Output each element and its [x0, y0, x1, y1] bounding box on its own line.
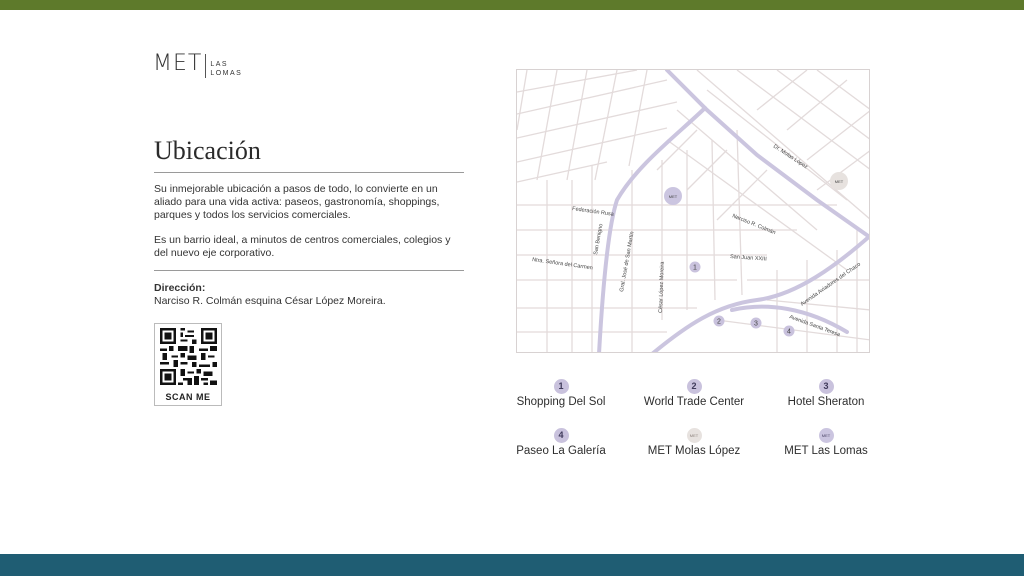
- logo-sub-line2: LOMAS: [210, 70, 243, 77]
- legend-item-world-trade-center: 2 World Trade Center: [624, 379, 764, 408]
- marker-met-molas-lopez-text: MET: [835, 179, 844, 184]
- page-title: Ubicación: [154, 136, 261, 165]
- legend-number-3: 3: [818, 379, 834, 394]
- map-streets: [517, 70, 869, 352]
- location-map[interactable]: Dr. Molas López Federación Rusa San Beni…: [516, 69, 870, 353]
- logo-divider: [205, 54, 207, 78]
- title-divider: [154, 172, 464, 173]
- legend-label: Hotel Sheraton: [787, 396, 865, 408]
- marker-met-molas-lopez[interactable]: MET: [830, 172, 848, 190]
- legend-met-molas-lopez-icon: MET: [686, 428, 702, 443]
- address-label: Dirección:: [154, 282, 206, 294]
- description-paragraph-2: Es un barrio ideal, a minutos de centros…: [154, 234, 451, 259]
- legend-label: World Trade Center: [643, 396, 745, 408]
- description-paragraph-1: Su inmejorable ubicación a pasos de todo…: [154, 183, 440, 221]
- marker-2-number: 2: [717, 319, 721, 326]
- legend-label: MET Las Lomas: [784, 445, 868, 457]
- marker-met-las-lomas[interactable]: MET: [664, 187, 682, 205]
- marker-met-las-lomas-text: MET: [669, 194, 678, 199]
- marker-4-number: 4: [787, 329, 791, 336]
- marker-1[interactable]: 1: [689, 261, 701, 273]
- street-label-san-martin: Gral. José de San Martín: [619, 231, 636, 292]
- qr-code-icon: [160, 328, 217, 385]
- street-label-san-juan: San Juan XXIII: [730, 254, 767, 263]
- logo-met-text: MET: [153, 51, 203, 76]
- legend-number-4: 4: [553, 428, 569, 443]
- legend-item-shopping-del-sol: 1 Shopping Del Sol: [491, 379, 631, 408]
- logo-sub-line1: LAS: [210, 61, 229, 68]
- street-label-san-benigno: San Benigno: [593, 223, 604, 255]
- legend-met-las-lomas-icon: MET: [818, 428, 834, 443]
- qr-code-card[interactable]: SCAN ME: [154, 323, 222, 406]
- legend-item-met-molas-lopez: MET MET Molas López: [624, 428, 764, 457]
- legend-item-met-las-lomas: MET MET Las Lomas: [756, 428, 896, 457]
- marker-3-number: 3: [754, 321, 758, 328]
- legend-item-paseo-la-galeria: 4 Paseo La Galería: [491, 428, 631, 457]
- section-divider: [154, 270, 464, 271]
- legend-number-2: 2: [686, 379, 702, 394]
- marker-2[interactable]: 2: [713, 315, 725, 327]
- marker-3[interactable]: 3: [750, 317, 762, 329]
- marker-1-number: 1: [693, 265, 697, 272]
- address-value: Narciso R. Colmán esquina César López Mo…: [154, 295, 386, 307]
- legend-label: Shopping Del Sol: [516, 396, 606, 408]
- top-accent-bar: [0, 0, 1024, 10]
- map-markers: MET MET 1 2 3 4: [664, 172, 848, 337]
- street-label-senora-carmen: Ntra. Señora del Carmen: [532, 257, 593, 271]
- street-label-molas-lopez: Dr. Molas López: [772, 144, 809, 171]
- legend-number-1: 1: [553, 379, 569, 394]
- bottom-accent-bar: [0, 554, 1024, 576]
- marker-4[interactable]: 4: [783, 325, 795, 337]
- street-label-federacion-rusa: Federación Rusa: [572, 206, 615, 218]
- street-label-lopez-moreira: César López Moreira: [658, 261, 666, 313]
- met-las-lomas-logo: MET LAS LOMAS: [153, 52, 242, 80]
- legend-item-hotel-sheraton: 3 Hotel Sheraton: [756, 379, 896, 408]
- qr-scan-label: SCAN ME: [165, 392, 211, 402]
- map-canvas: Dr. Molas López Federación Rusa San Beni…: [517, 70, 869, 352]
- legend-label: MET Molas López: [647, 445, 741, 457]
- logo-sub-text: LAS LOMAS: [210, 52, 242, 78]
- legend-label: Paseo La Galería: [516, 445, 606, 457]
- street-label-narciso-colman: Narciso R. Colmán: [731, 213, 776, 236]
